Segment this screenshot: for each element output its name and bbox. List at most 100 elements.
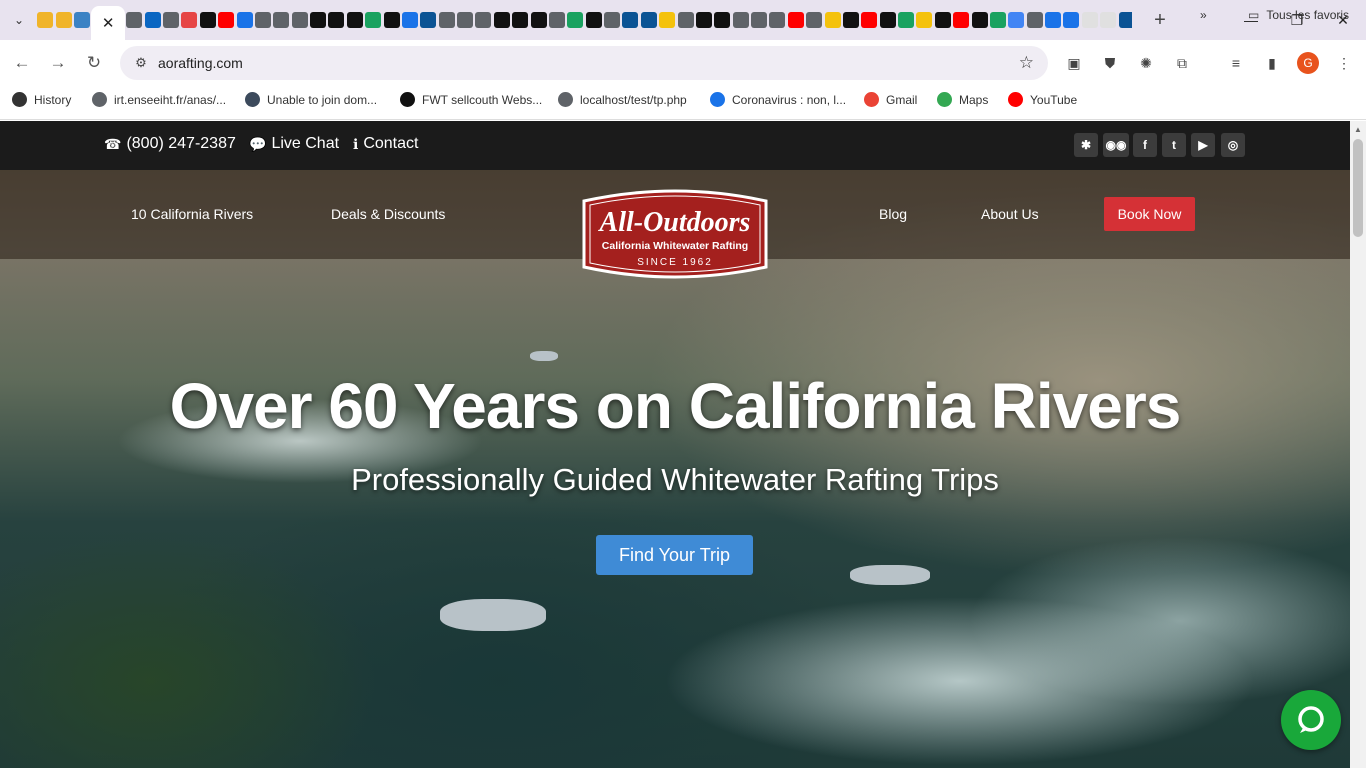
address-bar[interactable]: ⚙ aorafting.com ☆ [120, 46, 1048, 80]
pinned-tab-favicon[interactable] [73, 12, 90, 28]
nav-rivers[interactable]: 10 California Rivers [131, 206, 253, 222]
pinned-tab-favicon[interactable] [622, 12, 639, 28]
pinned-tab-favicon[interactable] [1045, 12, 1062, 28]
pinned-tab-favicon[interactable] [310, 12, 327, 28]
menu-kebab-icon[interactable]: ⋮ [1333, 52, 1355, 74]
bookmark-item[interactable]: Unable to join dom... [245, 92, 377, 107]
find-your-trip-button[interactable]: Find Your Trip [596, 535, 753, 575]
pinned-tab-favicon[interactable] [273, 12, 290, 28]
youtube-icon[interactable]: ▶ [1191, 133, 1215, 157]
pinned-tab-favicon[interactable] [383, 12, 400, 28]
bookmarks-overflow-button[interactable]: » [1200, 8, 1207, 22]
all-outdoors-logo[interactable]: All-Outdoors California Whitewater Rafti… [576, 187, 774, 281]
yelp-icon[interactable]: ✱ [1074, 133, 1098, 157]
pinned-tab-favicon[interactable] [640, 12, 657, 28]
pinned-tab-favicon[interactable] [401, 12, 418, 28]
pinned-tab-favicon[interactable] [1081, 12, 1098, 28]
pinned-tab-favicon[interactable] [989, 12, 1006, 28]
pinned-tab-favicon[interactable] [824, 12, 841, 28]
all-bookmarks-folder[interactable]: ▭ Tous les favoris [1248, 8, 1349, 22]
bookmark-item[interactable]: History [12, 92, 71, 107]
pinned-tab-favicon[interactable] [199, 12, 216, 28]
nav-deals[interactable]: Deals & Discounts [331, 206, 445, 222]
scroll-thumb[interactable] [1353, 139, 1363, 237]
nav-about[interactable]: About Us [981, 206, 1039, 222]
pinned-tab-favicon[interactable] [236, 12, 253, 28]
bookmark-item[interactable]: Coronavirus : non, l... [710, 92, 846, 107]
pinned-tab-favicon[interactable] [677, 12, 694, 28]
pinned-tab-favicon[interactable] [1063, 12, 1080, 28]
pinned-tab-favicon[interactable] [861, 12, 878, 28]
pinned-tab-favicon[interactable] [144, 12, 161, 28]
pinned-tab-favicon[interactable] [971, 12, 988, 28]
pinned-tab-favicon[interactable] [254, 12, 271, 28]
pinned-tab-favicon[interactable] [787, 12, 804, 28]
phone-link[interactable]: ☎ (800) 247-2387 [104, 135, 236, 153]
chat-widget-button[interactable] [1281, 690, 1341, 750]
pinned-tab-favicon[interactable] [879, 12, 896, 28]
pinned-tab-favicon[interactable] [126, 12, 143, 28]
side-panel-icon[interactable]: ▮ [1261, 52, 1283, 74]
pinned-tab-favicon[interactable] [695, 12, 712, 28]
pinned-tab-favicon[interactable] [457, 12, 474, 28]
tripadvisor-icon[interactable]: ◉◉ [1103, 133, 1129, 157]
pinned-tab-favicon[interactable] [328, 12, 345, 28]
pinned-tab-favicon[interactable] [1100, 12, 1117, 28]
nav-blog[interactable]: Blog [879, 206, 907, 222]
pinned-tab-favicon[interactable] [438, 12, 455, 28]
pinned-tab-favicon[interactable] [346, 12, 363, 28]
url-text[interactable]: aorafting.com [158, 55, 243, 71]
bookmark-item[interactable]: Gmail [864, 92, 917, 107]
tab-search-chevron-icon[interactable]: ⌄ [6, 7, 32, 33]
pinned-tab-favicon[interactable] [420, 12, 437, 28]
page-scrollbar[interactable]: ▲ [1350, 121, 1366, 768]
contact-link[interactable]: ℹ Contact [353, 135, 418, 153]
profile-avatar[interactable]: G [1297, 52, 1319, 74]
scroll-up-arrow-icon[interactable]: ▲ [1354, 125, 1362, 134]
bookmark-item[interactable]: FWT sellcouth Webs... [400, 92, 542, 107]
pinned-tab-favicon[interactable] [898, 12, 915, 28]
active-tab-close-button[interactable]: ✕ [91, 6, 126, 40]
shield-extension-icon[interactable]: ⛊ [1099, 52, 1121, 74]
forward-button[interactable]: → [40, 45, 76, 81]
bookmark-item[interactable]: YouTube [1008, 92, 1077, 107]
pinned-tab-favicon[interactable] [916, 12, 933, 28]
gear-extension-icon[interactable]: ✺ [1135, 52, 1157, 74]
site-settings-icon[interactable]: ⚙ [126, 55, 156, 71]
bookmark-item[interactable]: irt.enseeiht.fr/anas/... [92, 92, 226, 107]
pinned-tab-favicon[interactable] [751, 12, 768, 28]
media-control-icon[interactable]: ≡ [1225, 52, 1247, 74]
pinned-tab-favicon[interactable] [769, 12, 786, 28]
new-tab-button[interactable]: + [1146, 6, 1174, 34]
bookmark-star-icon[interactable]: ☆ [1019, 53, 1034, 73]
pinned-tab-favicon[interactable] [842, 12, 859, 28]
pinned-tab-favicon[interactable] [934, 12, 951, 28]
pinned-tab-favicon[interactable] [714, 12, 731, 28]
pinned-tab-favicon[interactable] [548, 12, 565, 28]
extension-icon[interactable]: ▣ [1063, 52, 1085, 74]
pinned-tab-favicon[interactable] [732, 12, 749, 28]
pinned-tab-favicon[interactable] [55, 12, 72, 28]
pinned-tab-favicon[interactable] [493, 12, 510, 28]
bookmark-item[interactable]: localhost/test/tp.php [558, 92, 687, 107]
reload-button[interactable]: ↻ [76, 45, 112, 81]
bookmark-item[interactable]: Maps [937, 92, 988, 107]
pinned-tab-favicon[interactable] [585, 12, 602, 28]
pinned-tab-favicon[interactable] [604, 12, 621, 28]
pinned-tab-favicon[interactable] [953, 12, 970, 28]
pinned-tab-favicon[interactable] [37, 12, 54, 28]
twitter-icon[interactable]: t [1162, 133, 1186, 157]
extensions-puzzle-icon[interactable]: ⧉ [1171, 52, 1193, 74]
pinned-tab-favicon[interactable] [1008, 12, 1025, 28]
pinned-tab-favicon[interactable] [530, 12, 547, 28]
pinned-tab-favicon[interactable] [512, 12, 529, 28]
pinned-tab-favicon[interactable] [1026, 12, 1043, 28]
pinned-tab-favicon[interactable] [163, 12, 180, 28]
pinned-tab-favicon[interactable] [659, 12, 676, 28]
pinned-tab-favicon[interactable] [475, 12, 492, 28]
live-chat-link[interactable]: 💬 Live Chat [249, 135, 339, 153]
back-button[interactable]: ← [4, 45, 40, 81]
book-now-button[interactable]: Book Now [1104, 197, 1195, 231]
pinned-tab-favicon[interactable] [181, 12, 198, 28]
pinned-tab-favicon[interactable] [806, 12, 823, 28]
